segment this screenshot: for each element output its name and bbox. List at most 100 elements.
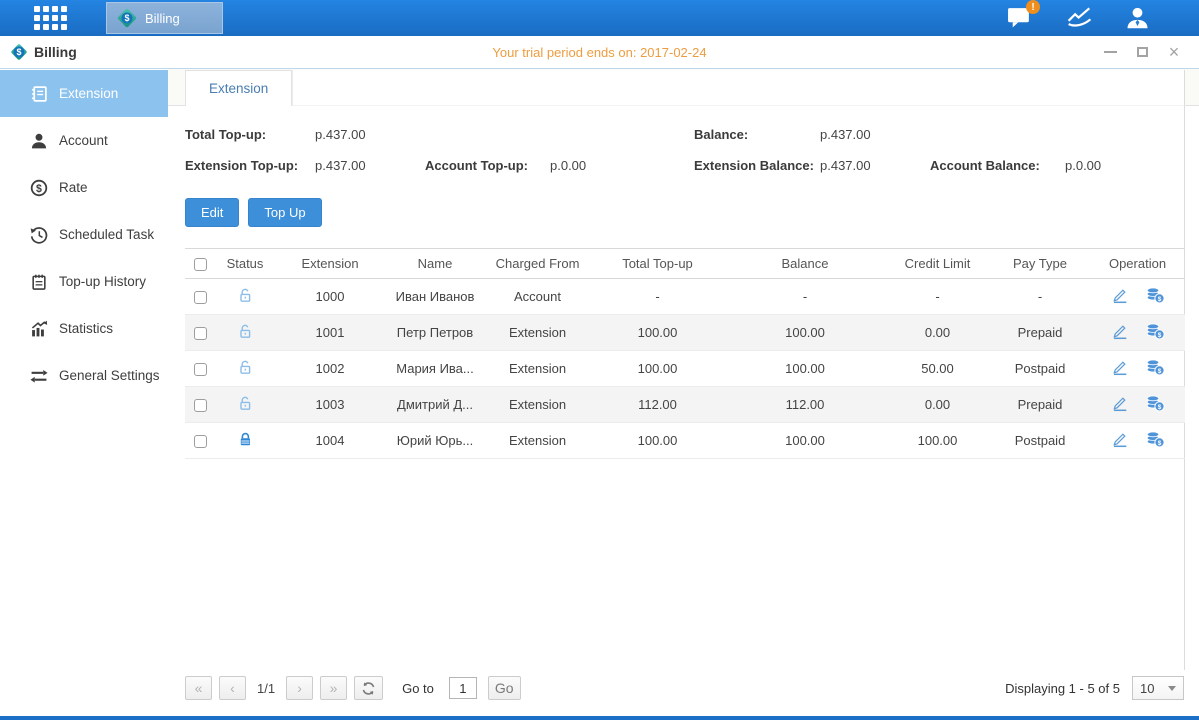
goto-page-input[interactable]	[449, 677, 477, 699]
billing-diamond-icon: $	[117, 8, 137, 28]
cell-credit-limit: 100.00	[885, 423, 990, 459]
cell-total-topup: 100.00	[590, 423, 725, 459]
cell-pay-type: Prepaid	[990, 315, 1090, 351]
cell-charged-from: Extension	[485, 315, 590, 351]
cell-name: Мария Ива...	[385, 351, 485, 387]
top-up-row-icon[interactable]: $	[1145, 395, 1165, 415]
edit-row-icon[interactable]	[1111, 323, 1129, 343]
locked-status-icon	[237, 431, 254, 448]
col-balance: Balance	[725, 249, 885, 279]
cell-total-topup: 100.00	[590, 315, 725, 351]
top-up-row-icon[interactable]: $	[1145, 287, 1165, 307]
close-button[interactable]: ×	[1167, 45, 1181, 59]
cell-pay-type: Prepaid	[990, 387, 1090, 423]
col-name: Name	[385, 249, 485, 279]
row-checkbox[interactable]	[194, 399, 207, 412]
tab-extension[interactable]: Extension	[185, 70, 292, 106]
col-status: Status	[215, 249, 275, 279]
svg-text:$: $	[1157, 368, 1161, 375]
desktop-taskbar: $ Billing !	[0, 0, 1199, 36]
col-pay-type: Pay Type	[990, 249, 1090, 279]
user-account-button[interactable]	[1125, 5, 1151, 31]
cell-charged-from: Extension	[485, 387, 590, 423]
edit-row-icon[interactable]	[1111, 395, 1129, 415]
cell-name: Петр Петров	[385, 315, 485, 351]
col-credit-limit: Credit Limit	[885, 249, 990, 279]
sidebar-item-label: Scheduled Task	[59, 227, 154, 242]
top-up-row-icon[interactable]: $	[1145, 431, 1165, 451]
last-page-button[interactable]: »	[320, 676, 347, 700]
edit-button[interactable]: Edit	[185, 198, 239, 227]
top-up-row-icon[interactable]: $	[1145, 323, 1165, 343]
person-icon	[30, 132, 48, 150]
row-checkbox[interactable]	[194, 435, 207, 448]
maximize-button[interactable]	[1135, 45, 1149, 59]
next-page-button[interactable]: ›	[286, 676, 313, 700]
cell-name: Дмитрий Д...	[385, 387, 485, 423]
account-balance-label: Account Balance:	[930, 150, 1065, 181]
first-page-button[interactable]: «	[185, 676, 212, 700]
svg-text:$: $	[1157, 440, 1161, 447]
sidebar-item-label: Statistics	[59, 321, 113, 336]
extension-balance-label: Extension Balance:	[694, 150, 820, 181]
top-up-row-icon[interactable]: $	[1145, 359, 1165, 379]
select-all-checkbox[interactable]	[194, 258, 207, 271]
sidebar-item-label: General Settings	[59, 368, 160, 383]
row-checkbox[interactable]	[194, 327, 207, 340]
account-topup-label: Account Top-up:	[425, 150, 550, 181]
table-row: 1001Петр ПетровExtension100.00100.000.00…	[185, 315, 1185, 351]
cell-credit-limit: -	[885, 279, 990, 315]
billing-summary: Total Top-up: p.437.00 Extension Top-up:…	[185, 119, 1184, 181]
window-title: Billing	[34, 44, 77, 60]
apps-grid-icon	[34, 6, 67, 30]
chart-bars-icon	[30, 320, 48, 338]
row-checkbox[interactable]	[194, 291, 207, 304]
edit-row-icon[interactable]	[1111, 287, 1129, 307]
sidebar-item-general-settings[interactable]: General Settings	[0, 352, 168, 399]
cell-total-topup: 100.00	[590, 351, 725, 387]
sidebar-item-statistics[interactable]: Statistics	[0, 305, 168, 352]
billing-app-window: $ Billing !	[0, 0, 1199, 720]
sidebar-item-extension[interactable]: Extension	[0, 70, 168, 117]
page-size-value: 10	[1140, 681, 1154, 696]
cell-name: Иван Иванов	[385, 279, 485, 315]
cell-credit-limit: 0.00	[885, 315, 990, 351]
total-topup-value: p.437.00	[315, 119, 425, 150]
table-row: 1003Дмитрий Д...Extension112.00112.000.0…	[185, 387, 1185, 423]
edit-row-icon[interactable]	[1111, 431, 1129, 451]
apps-menu-button[interactable]	[20, 0, 80, 36]
refresh-button[interactable]	[354, 676, 383, 700]
window-title-group: $ Billing	[0, 43, 77, 61]
col-charged-from: Charged From	[485, 249, 590, 279]
col-extension: Extension	[275, 249, 385, 279]
unlocked-status-icon	[237, 323, 254, 340]
window-bottom-edge	[0, 716, 1199, 720]
messages-button[interactable]: !	[1007, 5, 1033, 31]
edit-row-icon[interactable]	[1111, 359, 1129, 379]
table-row: 1002Мария Ива...Extension100.00100.0050.…	[185, 351, 1185, 387]
sidebar-item-rate[interactable]: $ Rate	[0, 164, 168, 211]
top-up-button[interactable]: Top Up	[248, 198, 321, 227]
prev-page-button[interactable]: ‹	[219, 676, 246, 700]
extension-panel: Total Top-up: p.437.00 Extension Top-up:…	[168, 106, 1185, 670]
taskbar-billing-tab[interactable]: $ Billing	[106, 2, 223, 34]
sidebar-item-scheduled-task[interactable]: Scheduled Task	[0, 211, 168, 258]
displaying-text: Displaying 1 - 5 of 5	[1005, 681, 1120, 696]
go-button[interactable]: Go	[488, 676, 521, 700]
minimize-button[interactable]	[1103, 45, 1117, 59]
window-titlebar: Your trial period ends on: 2017-02-24 $ …	[0, 36, 1199, 69]
taskbar-right-icons: !	[1007, 5, 1199, 31]
table-body: 1000Иван ИвановAccount----$1001Петр Петр…	[185, 279, 1185, 459]
sidebar-item-topup-history[interactable]: Top-up History	[0, 258, 168, 305]
row-checkbox[interactable]	[194, 363, 207, 376]
page-size-select[interactable]: 10	[1132, 676, 1184, 700]
refresh-icon	[361, 681, 376, 696]
sidebar-item-label: Top-up History	[59, 274, 146, 289]
user-icon	[1125, 5, 1150, 30]
sidebar-item-account[interactable]: Account	[0, 117, 168, 164]
unlocked-status-icon	[237, 395, 254, 412]
table-row: 1004Юрий Юрь...Extension100.00100.00100.…	[185, 423, 1185, 459]
extension-topup-label: Extension Top-up:	[185, 150, 315, 181]
monitor-chart-button[interactable]	[1066, 5, 1092, 31]
trial-notice: Your trial period ends on: 2017-02-24	[0, 45, 1199, 60]
